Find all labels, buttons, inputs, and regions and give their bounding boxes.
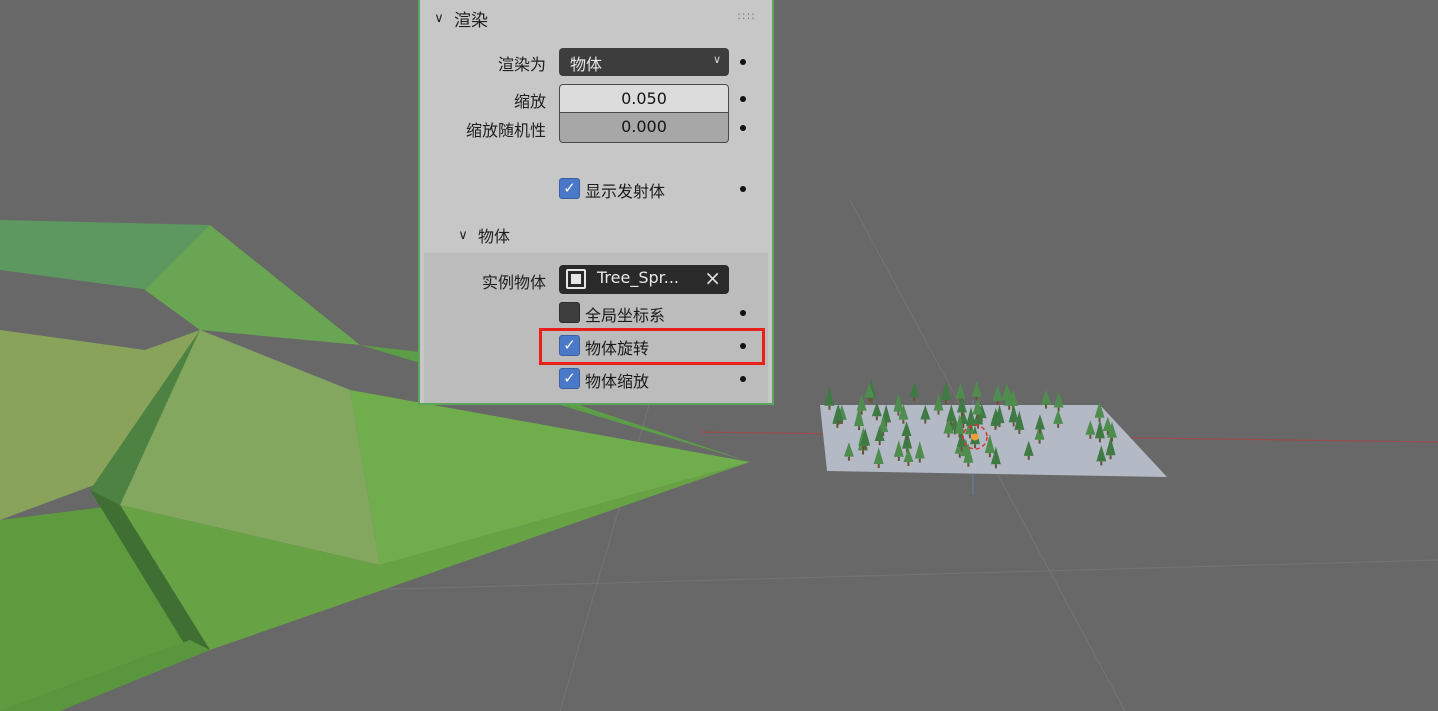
global-coordinates-label: 全局坐标系 [585,306,666,325]
global-coordinates-row: 全局坐标系 [420,298,772,328]
object-scale-row: ✓ 物体缩放 [420,364,772,394]
object-scale-label: 物体缩放 [585,372,650,391]
keyframe-dot-icon[interactable] [740,125,746,131]
object-section-title: 物体 [478,227,511,246]
render-section-title: 渲染 [454,11,488,31]
object-scale-checkbox[interactable]: ✓ [559,368,580,389]
object-icon [566,269,586,289]
highlight-box [539,328,765,365]
scale-random-field[interactable]: 0.000 [559,113,729,143]
object-section-header[interactable]: ∨ 物体 [456,223,510,247]
chevron-down-icon: ∨ [434,11,444,26]
render-as-row: 渲染为 物体 ∨ [420,47,772,77]
keyframe-dot-icon[interactable] [740,376,746,382]
drag-grip-icon[interactable]: :::: [737,9,756,22]
render-as-value: 物体 [570,55,603,74]
keyframe-dot-icon[interactable] [740,96,746,102]
scale-field[interactable]: 0.050 [559,84,729,113]
render-as-label: 渲染为 [497,55,546,74]
scale-row: 缩放 0.050 [420,84,772,114]
global-coordinates-checkbox[interactable] [559,302,580,323]
clear-icon[interactable]: × [704,266,721,290]
keyframe-dot-icon[interactable] [740,186,746,192]
instance-object-value: Tree_Spr... [597,268,680,287]
chevron-down-icon: ∨ [458,227,468,243]
scale-label: 缩放 [513,92,546,111]
chevron-down-icon: ∨ [712,53,721,66]
render-as-dropdown[interactable]: 物体 ∨ [559,48,729,76]
keyframe-dot-icon[interactable] [740,310,746,316]
show-emitter-row: ✓ 显示发射体 [420,174,772,204]
render-section-header[interactable]: ∨ 渲染 [432,6,488,31]
show-emitter-label: 显示发射体 [585,182,666,201]
keyframe-dot-icon[interactable] [740,59,746,65]
instance-object-label: 实例物体 [481,273,546,292]
instance-object-row: 实例物体 Tree_Spr... × [420,265,772,295]
scale-random-label: 缩放随机性 [465,121,546,140]
instance-object-field[interactable]: Tree_Spr... × [559,265,729,294]
show-emitter-checkbox[interactable]: ✓ [559,178,580,199]
scale-random-row: 缩放随机性 0.000 [420,113,772,143]
